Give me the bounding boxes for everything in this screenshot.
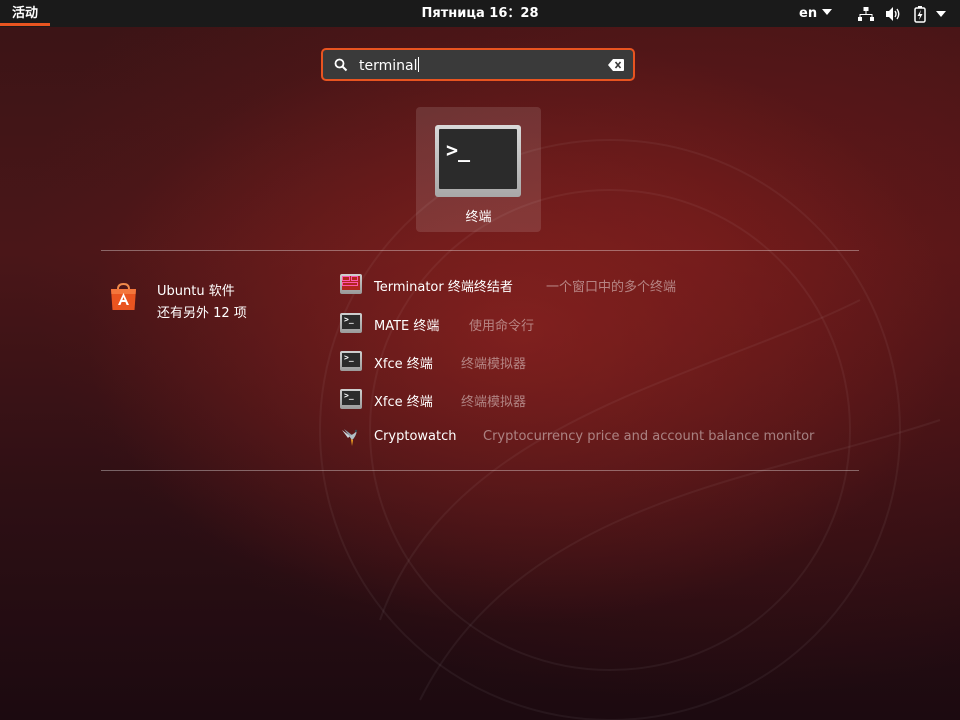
- search-entry[interactable]: terminal: [321, 48, 635, 81]
- text-cursor: [418, 57, 420, 72]
- volume-icon[interactable]: [884, 5, 902, 23]
- clear-text-icon[interactable]: [608, 59, 624, 71]
- result-name: Cryptowatch: [374, 429, 457, 444]
- provider-more-count[interactable]: 还有另外 12 项: [157, 302, 247, 321]
- result-description: 终端模拟器: [461, 357, 527, 372]
- system-menu-caret-icon[interactable]: [936, 11, 946, 17]
- terminator-icon: [340, 274, 362, 294]
- chevron-down-icon: [822, 9, 833, 15]
- result-description: Cryptocurrency price and account balance…: [483, 429, 815, 444]
- terminal-icon: >_: [340, 351, 362, 371]
- result-name: Terminator 终端终结者: [374, 280, 513, 295]
- terminal-icon: >_: [340, 313, 362, 333]
- search-input[interactable]: terminal: [359, 57, 420, 74]
- provider-name[interactable]: Ubuntu 软件: [157, 280, 235, 299]
- result-description: 终端模拟器: [461, 395, 527, 410]
- network-icon[interactable]: [857, 5, 875, 23]
- top-result-terminal[interactable]: >_ 终端: [416, 107, 541, 232]
- search-value: terminal: [359, 58, 418, 74]
- top-result-label: 终端: [465, 210, 492, 225]
- result-name: Xfce 终端: [374, 395, 433, 410]
- search-icon: [334, 58, 348, 72]
- language-selector[interactable]: en: [799, 0, 833, 27]
- activities-indicator: [0, 23, 50, 26]
- result-description: 使用命令行: [469, 319, 535, 334]
- divider-top: [101, 250, 859, 251]
- battery-icon[interactable]: [911, 5, 929, 23]
- cryptowatch-bird-icon: [342, 429, 358, 446]
- result-name: MATE 终端: [374, 319, 440, 334]
- language-label: en: [799, 6, 818, 21]
- top-bar: 活动 Пятница 16：28 en: [0, 0, 960, 27]
- ubuntu-software-icon[interactable]: [110, 283, 137, 311]
- result-name: Xfce 终端: [374, 357, 433, 372]
- divider-bottom: [101, 470, 859, 471]
- result-description: 一个窗口中的多个终端: [546, 280, 677, 295]
- terminal-icon: >_: [340, 389, 362, 409]
- terminal-icon: >_: [435, 125, 521, 197]
